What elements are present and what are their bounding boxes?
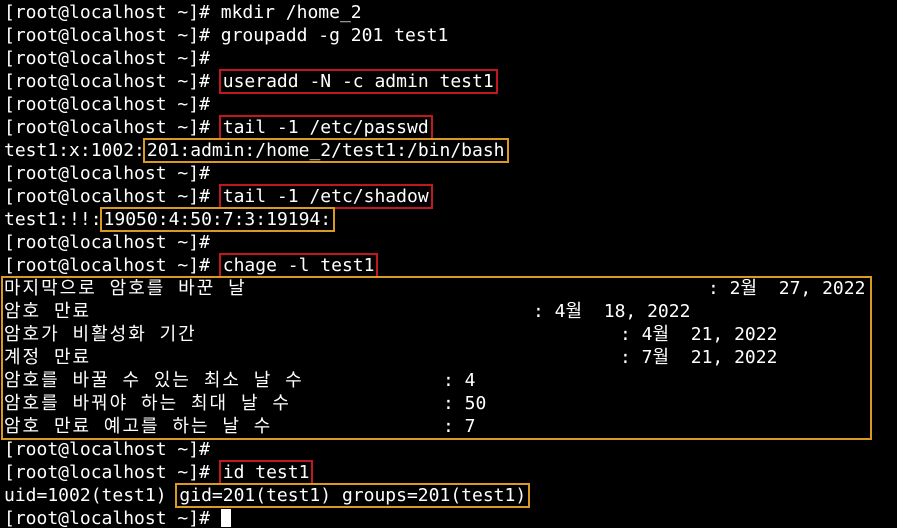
chage-field-value: : 50 [443,393,487,414]
terminal-line: [root@localhost ~]# id test1 [4,460,314,485]
output-text: uid=1002(test1) [4,485,178,506]
output-text: test1:!!: [4,209,102,230]
terminal-line: [root@localhost ~]# groupadd -g 201 test… [4,24,448,47]
chage-field-value: : 7 [443,416,476,437]
terminal-line: uid=1002(test1) gid=201(test1) groups=20… [4,483,531,508]
terminal-line: test1:!!: 19050:4:50:7:3:19194: [4,207,336,232]
shell-prompt: [root@localhost ~]# [4,163,221,184]
chage-field-label: 암호 만료 예고를 하는 날 수 [4,416,273,437]
highlighted-output: gid=201(test1) groups=201(test1) [175,483,531,508]
shell-prompt: [root@localhost ~]# [4,2,221,23]
chage-field-label: 암호가 비활성화 기간 [4,324,197,345]
shell-prompt: [root@localhost ~]# [4,186,221,207]
terminal-line: test1:x:1002: 201:admin:/home_2/test1:/bi… [4,138,509,163]
chage-field-label: 계정 만료 [4,347,92,368]
chage-field-label: 암호 만료 [4,301,92,322]
terminal-line: [root@localhost ~]# chage -l test1 [4,253,379,278]
terminal-window[interactable]: [root@localhost ~]# mkdir /home_2 [root@l… [0,0,897,528]
command-text: mkdir /home_2 [220,2,362,23]
terminal-line: [root@localhost ~]# [4,162,221,185]
text-cursor [220,509,231,527]
shell-prompt: [root@localhost ~]# [4,232,221,253]
chage-field-value: : 7월 21, 2022 [620,347,778,368]
chage-field-value: : 4월 21, 2022 [620,324,778,345]
chage-field-label: 암호를 바꿔야 하는 최대 날 수 [4,393,291,414]
shell-prompt: [root@localhost ~]# [4,462,221,483]
command-text: groupadd -g 201 test1 [220,25,449,46]
terminal-line: [root@localhost ~]# mkdir /home_2 [4,1,362,24]
terminal-line: [root@localhost ~]# tail -1 /etc/shadow [4,184,433,209]
output-text: test1:x:1002: [4,140,145,161]
shell-prompt: [root@localhost ~]# [4,255,221,276]
chage-field-value: : 4 [443,370,476,391]
shell-prompt: [root@localhost ~]# [4,439,221,460]
shell-prompt: [root@localhost ~]# [4,508,221,528]
terminal-line: [root@localhost ~]# [4,438,221,461]
shell-prompt: [root@localhost ~]# [4,25,221,46]
chage-field-label: 암호를 바꿀 수 있는 최소 날 수 [4,370,304,391]
command-text: tail -1 /etc/shadow [218,184,433,209]
shell-prompt: [root@localhost ~]# [4,48,221,69]
terminal-line: [root@localhost ~]# [4,507,231,528]
highlighted-output: 19050:4:50:7:3:19194: [99,207,336,232]
chage-field-label: 마지막으로 암호를 바꾼 날 [4,278,247,299]
highlighted-output: 201:admin:/home_2/test1:/bin/bash [142,138,509,163]
terminal-line: [root@localhost ~]# [4,93,221,116]
shell-prompt: [root@localhost ~]# [4,71,221,92]
terminal-line: [root@localhost ~]# [4,231,221,254]
chage-field-value: : 4월 18, 2022 [533,301,691,322]
terminal-line: [root@localhost ~]# useradd -N -c admin … [4,69,498,94]
shell-prompt: [root@localhost ~]# [4,94,221,115]
chage-field-value: : 2월 27, 2022 [708,278,866,299]
command-text: chage -l test1 [218,253,379,278]
terminal-line: [root@localhost ~]# tail -1 /etc/passwd [4,115,433,140]
command-text: tail -1 /etc/passwd [218,115,433,140]
shell-prompt: [root@localhost ~]# [4,117,221,138]
terminal-line: [root@localhost ~]# [4,47,221,70]
command-text: useradd -N -c admin test1 [218,69,498,94]
command-text: id test1 [218,460,314,485]
